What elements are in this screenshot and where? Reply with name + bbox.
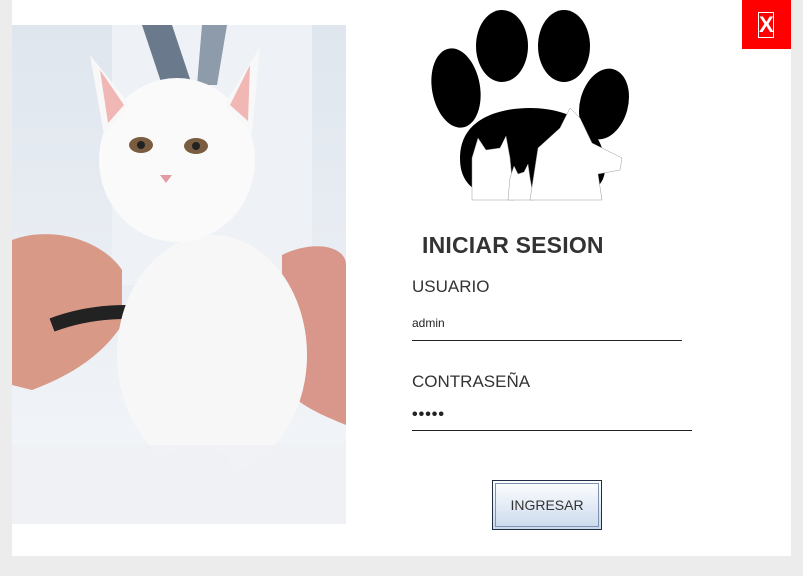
- kitten-photo: [12, 25, 346, 524]
- close-button[interactable]: X: [742, 0, 791, 49]
- password-label: CONTRASEÑA: [412, 372, 531, 391]
- login-title: INICIAR SESION: [422, 232, 604, 258]
- password-field[interactable]: [412, 400, 692, 431]
- login-button[interactable]: INGRESAR: [492, 480, 602, 530]
- user-label: USUARIO: [412, 277, 490, 296]
- login-button-label: INGRESAR: [510, 497, 584, 513]
- close-label: X: [758, 12, 774, 38]
- paw-pet-silhouettes-icon: [431, 10, 629, 201]
- username-field[interactable]: [412, 306, 682, 341]
